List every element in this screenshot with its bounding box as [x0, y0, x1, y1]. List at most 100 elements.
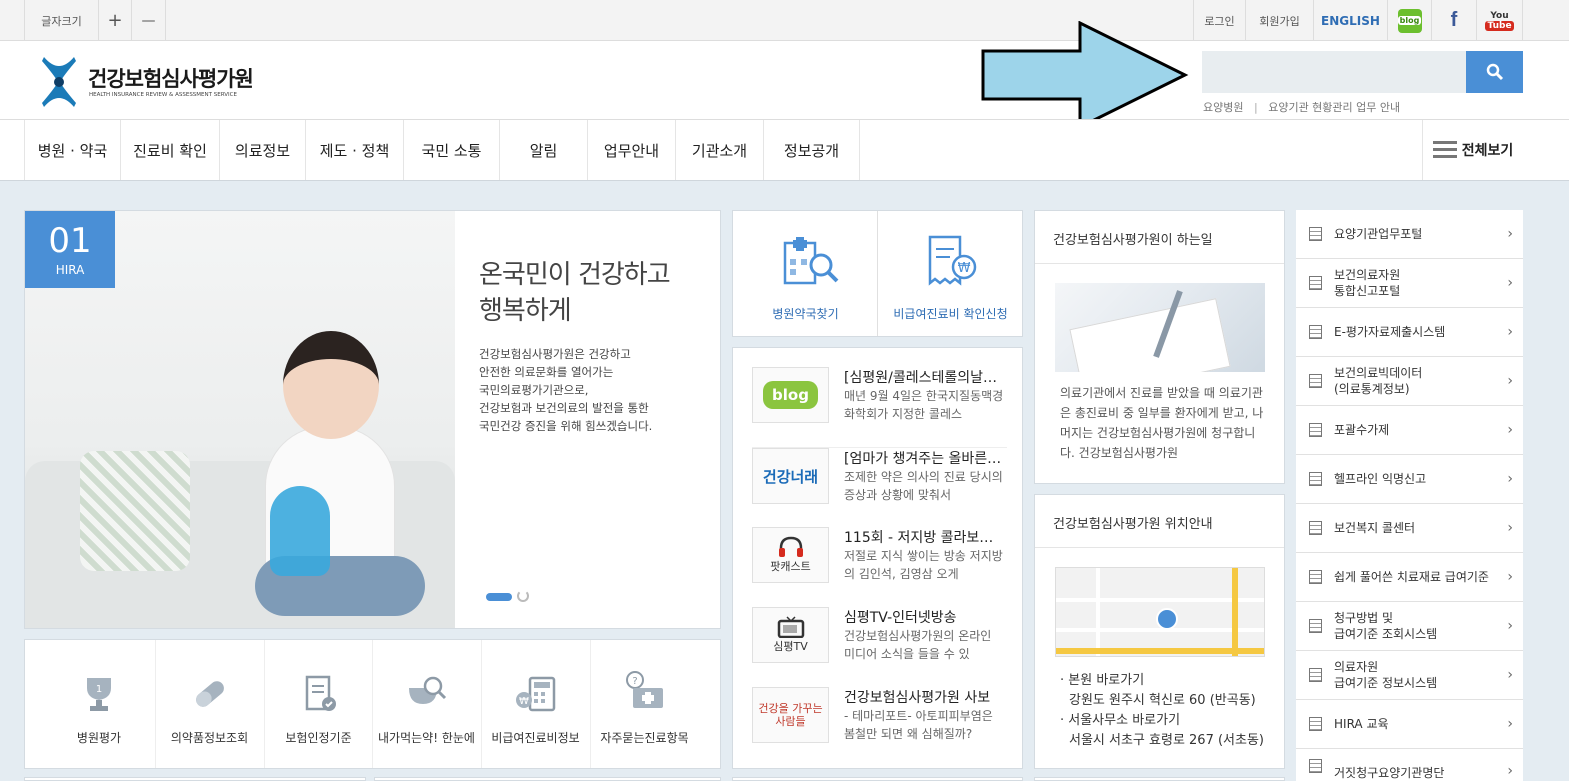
news-item[interactable]: blog [심평원/콜레스테롤의날… 매년 9월 4일은 한국지질동맥경화학회가… [752, 367, 1007, 425]
side-link-portal[interactable]: 요양기관업무포털 › [1296, 210, 1523, 259]
banner-replay-icon[interactable] [517, 590, 529, 602]
side-link-claim-system[interactable]: 청구방법 및 급여기준 조회시스템 › [1296, 602, 1523, 651]
search-button[interactable] [1466, 51, 1523, 93]
quick-drug-info[interactable]: 의약품정보조회 [155, 640, 263, 768]
side-link-resource-report[interactable]: 보건의료자원 통합신고포털 › [1296, 259, 1523, 308]
banner-pager-indicator[interactable] [486, 593, 512, 601]
news-title: [엄마가 챙겨주는 올바른… [844, 451, 1002, 467]
facebook-link[interactable]: f [1432, 0, 1477, 41]
nav-policy[interactable]: 제도 · 정책 [306, 120, 404, 180]
side-link-label: HIRA 교육 [1334, 717, 1389, 731]
logo[interactable]: 건강보험심사평가원 HEALTH INSURANCE REVIEW & ASSE… [40, 55, 270, 109]
calculator-icon: ₩ [515, 676, 555, 712]
join-link[interactable]: 회원가입 [1246, 0, 1314, 41]
document-icon [1309, 276, 1322, 290]
nav-notice[interactable]: 알림 [500, 120, 588, 180]
quick-insurance-criteria[interactable]: 보험인정기준 [264, 640, 372, 768]
quick-hospital-eval[interactable]: 1 병원평가 [45, 640, 153, 768]
health-thumbnail: 건강너래 [752, 448, 829, 504]
nav-business[interactable]: 업무안내 [588, 120, 676, 180]
banner-title-line2: 행복하게 [479, 296, 572, 326]
news-item[interactable]: 팟캐스트 115회 - 저지방 콜라보… 저절로 지식 쌓이는 방송 저지방의 … [752, 527, 1007, 585]
svg-text:?: ? [632, 676, 637, 687]
quick-nonpay-info[interactable]: ₩ 비급여진료비정보 [481, 640, 589, 768]
nav-about[interactable]: 기관소개 [676, 120, 764, 180]
hq-link[interactable]: · 본원 바로가기 [1060, 669, 1144, 688]
hospital-search-card[interactable]: 병원약국찾기 [733, 211, 878, 336]
document-icon [1309, 374, 1322, 388]
side-link-bigdata[interactable]: 보건의료빅데이터 (의료통계정보) › [1296, 357, 1523, 406]
svg-text:1: 1 [96, 684, 102, 695]
news-item[interactable]: 심평TV 심평TV-인터넷방송 건강보험심사평가원의 온라인 미디어 소식을 들… [752, 607, 1007, 665]
document-icon [1309, 668, 1322, 682]
hq-address: 강원도 원주시 혁신로 60 (반곡동) [1069, 693, 1256, 708]
search-quick-links: 요양병원 | 요양기관 현황관리 업무 안내 [1203, 99, 1400, 115]
nav-fee-check[interactable]: 진료비 확인 [121, 120, 220, 180]
nav-disclosure[interactable]: 정보공개 [764, 120, 860, 180]
nav-communication[interactable]: 국민 소통 [404, 120, 500, 180]
capsule-icon [195, 681, 224, 707]
nonpay-check-card[interactable]: ₩ 비급여진료비 확인신청 [878, 211, 1023, 336]
youtube-icon-bottom: Tube [1485, 20, 1514, 31]
news-item[interactable]: 건강너래 [엄마가 챙겨주는 올바른… 조제한 약은 의사의 진료 당시의 증상… [752, 447, 1007, 505]
view-all-menu-button[interactable]: 전체보기 [1422, 120, 1523, 180]
banner-body: 건강보험심사평가원은 건강하고 안전한 의료문화를 열어가는 국민의료평가기관으… [479, 345, 652, 435]
hospital-search-label: 병원약국찾기 [772, 307, 839, 321]
chevron-right-icon: › [1507, 471, 1513, 487]
side-link-false-claim[interactable]: 거짓청구요양기관명단 › [1296, 749, 1523, 781]
tv-icon [777, 616, 804, 638]
location-panel: 건강보험심사평가원 위치안내 · 본원 바로가기 강원도 원주시 혁신로 60 … [1034, 494, 1285, 769]
font-decrease-button[interactable]: — [132, 0, 166, 41]
facebook-icon: f [1450, 9, 1458, 31]
location-map[interactable] [1055, 567, 1265, 657]
role-title: 건강보험심사평가원이 하는일 [1053, 233, 1213, 248]
news-desc: 건강보험심사평가원의 온라인 미디어 소식을 들을 수 있 [844, 629, 992, 661]
quick-link-status-guide[interactable]: 요양기관 현황관리 업무 안내 [1268, 101, 1400, 114]
nav-hospital-pharmacy[interactable]: 병원 · 약국 [24, 120, 121, 180]
search-icon [1486, 63, 1503, 81]
font-increase-button[interactable]: + [99, 0, 132, 41]
side-link-label: 의료자원 급여기준 정보시스템 [1334, 660, 1438, 690]
banner-body-line: 국민건강 증진을 위해 힘쓰겠습니다. [479, 419, 653, 433]
quick-my-medicine[interactable]: 내가먹는약! 한눈에 [372, 640, 480, 768]
side-link-label: 거짓청구요양기관명단 [1334, 766, 1445, 780]
view-all-label: 전체보기 [1461, 143, 1514, 159]
blog-icon: blog [763, 381, 818, 409]
tv-label: 심평TV [773, 640, 808, 653]
blog-link[interactable]: blog [1388, 0, 1432, 41]
login-link[interactable]: 로그인 [1193, 0, 1246, 41]
arrow-annotation [981, 21, 1189, 130]
side-link-helpline[interactable]: 헬프라인 익명신고 › [1296, 455, 1523, 504]
nonpay-check-label: 비급여진료비 확인신청 [893, 307, 1008, 321]
side-link-label: 보건의료자원 통합신고포털 [1334, 268, 1401, 298]
quick-link-nursing-hospital[interactable]: 요양병원 [1203, 101, 1243, 114]
quick-menu: 1 병원평가 의약품정보조회 보험인정기준 내가먹는약! 한눈에 ₩ 비급여진료… [24, 639, 721, 769]
news-item[interactable]: 건강을 가꾸는 사람들 건강보험심사평가원 사보 - 테마리포트- 아토피피부염… [752, 687, 1007, 745]
english-link[interactable]: ENGLISH [1314, 0, 1388, 41]
nav-medical-info[interactable]: 의료정보 [220, 120, 306, 180]
quick-label: 보험인정기준 [285, 731, 352, 745]
blog-thumbnail: blog [752, 367, 829, 423]
side-link-resource-system[interactable]: 의료자원 급여기준 정보시스템 › [1296, 651, 1523, 700]
document-icon [1309, 227, 1322, 241]
search-input[interactable] [1202, 51, 1466, 93]
side-link-education[interactable]: HIRA 교육 › [1296, 700, 1523, 749]
role-panel[interactable]: 건강보험심사평가원이 하는일 의료기관에서 진료를 받았을 때 의료기관은 총진… [1034, 210, 1285, 484]
quick-label: 병원평가 [76, 731, 122, 745]
quick-faq-items[interactable]: ? 자주묻는진료항목 [590, 640, 698, 768]
banner-tag: HIRA [55, 263, 85, 277]
magazine-logo: 건강을 가꾸는 사람들 [758, 702, 823, 728]
news-desc: 조제한 약은 의사의 진료 당시의 증상과 상황에 맞춰서 [844, 470, 1003, 502]
side-link-drg[interactable]: 포괄수가제 › [1296, 406, 1523, 455]
side-link-callcenter[interactable]: 보건복지 콜센터 › [1296, 504, 1523, 553]
side-link-e-eval[interactable]: E-평가자료제출시스템 › [1296, 308, 1523, 357]
utility-bar: 글자크기 + — 로그인 회원가입 ENGLISH blog f You Tub… [0, 0, 1569, 41]
seoul-office-address: 서울시 서초구 효령로 267 (서초동) [1069, 733, 1265, 748]
main-banner[interactable]: 01 HIRA 온국민이 건강하고 행복하게 건강보험심사평가원은 건강하고 안… [24, 210, 721, 629]
map-pin-icon [1156, 608, 1178, 630]
side-link-material-criteria[interactable]: 쉽게 풀어쓴 치료재료 급여기준 › [1296, 553, 1523, 602]
seoul-office-link[interactable]: · 서울사무소 바로가기 [1060, 709, 1180, 728]
toy-shape [270, 486, 330, 576]
banner-title-line1: 온국민이 건강하고 [479, 260, 671, 290]
youtube-link[interactable]: You Tube [1477, 0, 1523, 41]
